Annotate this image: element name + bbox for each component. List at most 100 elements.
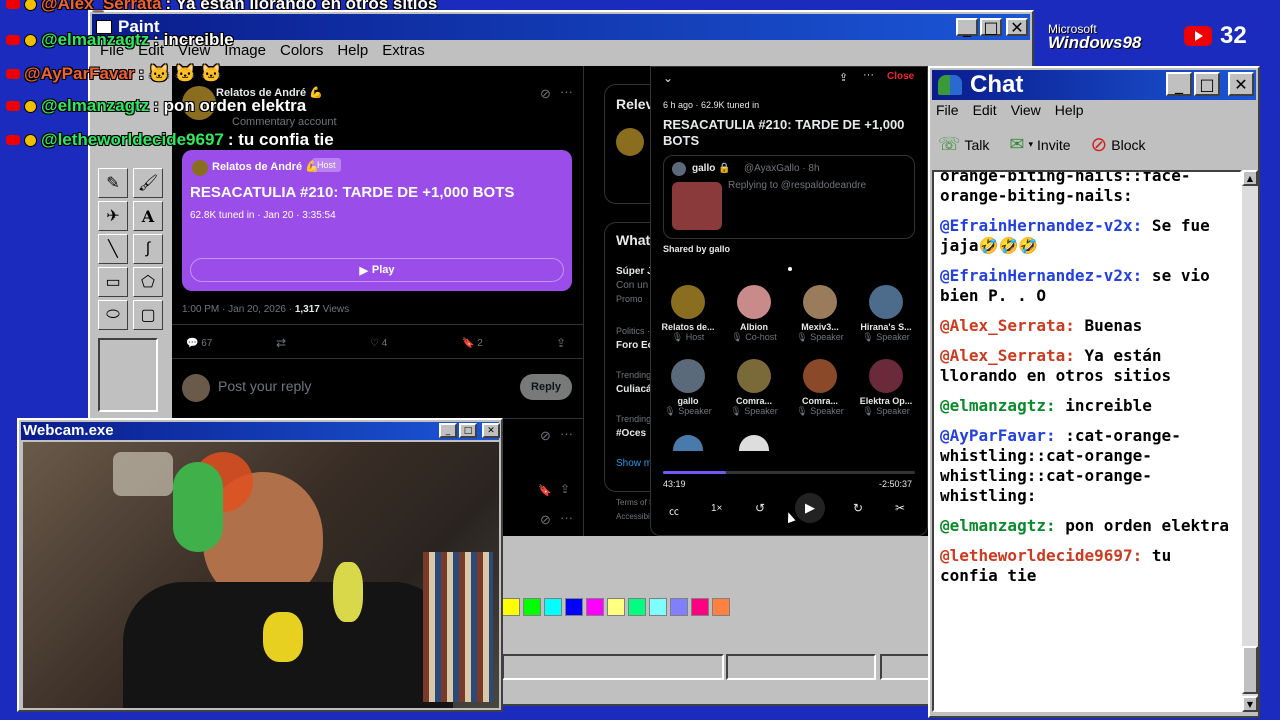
chat-username[interactable]: @AyParFavar: xyxy=(940,426,1056,445)
scroll-down-button[interactable]: ▼ xyxy=(1242,696,1258,712)
palette-color-swatch[interactable] xyxy=(649,598,667,616)
chat-username[interactable]: @EfrainHernandez-v2x: xyxy=(940,216,1142,235)
speaker-item[interactable]: gallo 🎙 Speaker xyxy=(656,359,720,417)
speaker-item[interactable]: Mexiv3... 🎙 Speaker xyxy=(788,285,852,343)
chat-menu-help[interactable]: Help xyxy=(1055,102,1084,118)
speaker-item[interactable]: Comra... 🎙 Speaker xyxy=(788,359,852,417)
pencil-tool-icon[interactable]: ✎ xyxy=(98,168,128,198)
line-tool-icon[interactable]: ╲ xyxy=(98,234,128,264)
close-space-button[interactable]: Close xyxy=(887,71,914,82)
bookmark-action[interactable]: 🔖 2 xyxy=(462,338,483,349)
speaker-item[interactable]: Comra... 🎙 Speaker xyxy=(722,359,786,417)
airbrush-tool-icon[interactable]: ✈ xyxy=(98,201,128,231)
webcam-close-button[interactable]: ✕ xyxy=(482,423,500,438)
text-tool-icon[interactable]: A xyxy=(133,201,163,231)
chat-username[interactable]: @letheworldecide9697: xyxy=(940,546,1142,565)
speaker-item[interactable]: Relatos de... 🎙 Host xyxy=(656,285,720,343)
chat-close-button[interactable]: ✕ xyxy=(1228,72,1254,96)
speaker-item[interactable]: Albion 🎙 Co-host xyxy=(722,285,786,343)
space-card[interactable]: Relatos de André 💪 Host RESACATULIA #210… xyxy=(182,150,572,291)
paint-menu-extras[interactable]: Extras xyxy=(382,42,425,59)
palette-color-swatch[interactable] xyxy=(607,598,625,616)
more-options-icon-2[interactable]: ··· xyxy=(560,426,573,441)
space-more-icon[interactable]: ··· xyxy=(863,69,874,81)
like-action[interactable]: ♡ 4 xyxy=(370,338,387,349)
reply-button[interactable]: Reply xyxy=(520,374,572,400)
overlay-chat-line: @AyParFavar : 🐱 🐱 🐱 xyxy=(6,64,222,84)
more-options-icon[interactable]: ··· xyxy=(560,84,573,99)
chat-menu-view[interactable]: View xyxy=(1011,102,1041,118)
block-button[interactable]: ⊘ Block xyxy=(1091,132,1146,157)
bookmark-icon-2[interactable]: 🔖 xyxy=(538,484,552,497)
grok-icon-2[interactable]: ⊘ xyxy=(540,428,551,444)
chat-username[interactable]: @elmanzagtz: xyxy=(940,396,1056,415)
scroll-up-button[interactable]: ▲ xyxy=(1242,170,1258,186)
polygon-tool-icon[interactable]: ⬠ xyxy=(133,267,163,297)
palette-color-swatch[interactable] xyxy=(586,598,604,616)
play-pause-button[interactable]: ▶ xyxy=(795,493,825,523)
play-icon: ▶ xyxy=(359,264,368,277)
playback-progress[interactable] xyxy=(663,471,915,474)
palette-color-swatch[interactable] xyxy=(628,598,646,616)
play-button[interactable]: ▶ Play xyxy=(190,258,564,282)
forward-icon[interactable]: ↻ xyxy=(853,501,863,515)
webcam-titlebar[interactable]: Webcam.exe xyxy=(21,422,499,440)
scroll-thumb[interactable] xyxy=(1242,646,1258,694)
chat-log[interactable]: orange-biting-nails::face-orange-biting-… xyxy=(932,170,1242,712)
chat-username[interactable]: @Alex_Serrata: xyxy=(940,346,1075,365)
show-more-link[interactable]: Show m xyxy=(616,458,652,469)
grok-icon[interactable]: ⊘ xyxy=(540,86,551,102)
paint-close-button[interactable]: ✕ xyxy=(1006,18,1028,37)
palette-color-swatch[interactable] xyxy=(544,598,562,616)
speed-button[interactable]: 1× xyxy=(711,503,722,514)
share-space-icon[interactable]: ⇪ xyxy=(839,71,848,84)
ellipse-tool-icon[interactable]: ⬭ xyxy=(98,300,128,330)
share-icon-2[interactable]: ⇪ xyxy=(560,482,570,496)
grok-icon-3[interactable]: ⊘ xyxy=(540,512,551,528)
trend-3-title[interactable]: Culiacá xyxy=(616,384,652,395)
chat-menu-file[interactable]: File xyxy=(936,102,959,118)
curve-tool-icon[interactable]: ∫ xyxy=(133,234,163,264)
reply-input[interactable]: Post your reply xyxy=(218,378,311,394)
palette-color-swatch[interactable] xyxy=(502,598,520,616)
reply-action[interactable]: 💬 67 xyxy=(186,338,212,349)
palette-color-swatch[interactable] xyxy=(691,598,709,616)
trend-2-title[interactable]: Foro Ec xyxy=(616,340,653,351)
webcam-maximize-button[interactable]: □ xyxy=(459,423,477,438)
trend-1-title[interactable]: Súper J xyxy=(616,266,653,277)
palette-color-swatch[interactable] xyxy=(712,598,730,616)
talk-button[interactable]: ☏ Talk xyxy=(938,134,989,155)
speaker-item[interactable]: Elektra Op... 🎙 Speaker xyxy=(854,359,918,417)
speaker-item[interactable]: Hirana's S... 🎙 Speaker xyxy=(854,285,918,343)
share-icon[interactable]: ⇪ xyxy=(556,336,566,350)
palette-color-swatch[interactable] xyxy=(523,598,541,616)
pinned-post[interactable]: gallo 🔒 @AyaxGallo · 8h Replying to @res… xyxy=(663,155,915,239)
rewind-icon[interactable]: ↺ xyxy=(755,501,765,515)
repost-icon[interactable]: ⇄ xyxy=(276,336,286,350)
brush-tool-icon[interactable]: 🖌 xyxy=(133,168,163,198)
paint-maximize-button[interactable]: □ xyxy=(980,18,1002,37)
chat-minimize-button[interactable]: _ xyxy=(1166,72,1192,96)
chat-menu-edit[interactable]: Edit xyxy=(973,102,997,118)
chat-username[interactable]: @Alex_Serrata: xyxy=(940,316,1075,335)
trend-4-title[interactable]: #Oces xyxy=(616,428,646,439)
rectangle-tool-icon[interactable]: ▭ xyxy=(98,267,128,297)
collapse-icon[interactable]: ⌄ xyxy=(663,71,673,85)
rounded-rect-tool-icon[interactable]: ▢ xyxy=(133,300,163,330)
chat-username[interactable]: @elmanzagtz: xyxy=(940,516,1056,535)
webcam-minimize-button[interactable]: _ xyxy=(439,423,457,438)
paint-minimize-button[interactable]: _ xyxy=(956,18,978,37)
paint-menu-colors[interactable]: Colors xyxy=(280,42,323,59)
invite-button[interactable]: ✉ ▾ Invite xyxy=(1009,134,1070,155)
more-options-icon-3[interactable]: ··· xyxy=(560,510,573,525)
captions-icon[interactable]: ㏄ xyxy=(669,503,679,518)
chat-scrollbar[interactable]: ▲ ▼ xyxy=(1242,170,1258,712)
clip-icon[interactable]: ✂ xyxy=(895,501,905,515)
palette-color-swatch[interactable] xyxy=(670,598,688,616)
accessibility-link[interactable]: Accessibi xyxy=(616,512,650,521)
terms-link[interactable]: Terms of S xyxy=(616,498,654,507)
chat-username[interactable]: @EfrainHernandez-v2x: xyxy=(940,266,1142,285)
paint-menu-help[interactable]: Help xyxy=(337,42,368,59)
chat-maximize-button[interactable]: □ xyxy=(1194,72,1220,96)
palette-color-swatch[interactable] xyxy=(565,598,583,616)
